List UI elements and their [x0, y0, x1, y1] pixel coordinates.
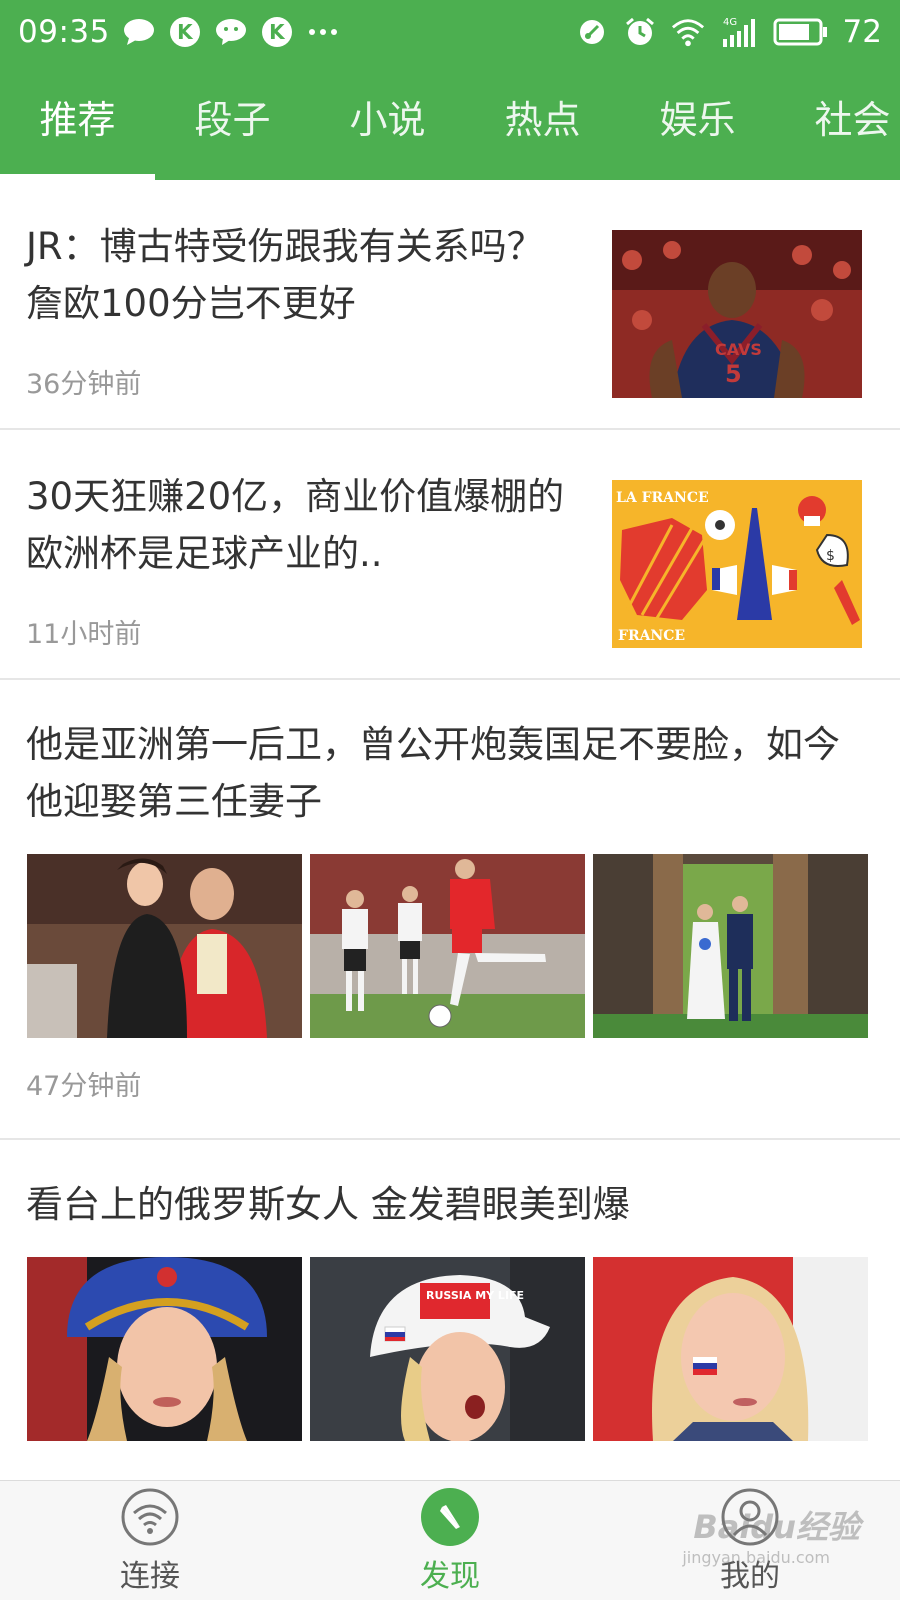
news-title[interactable]: JR：博古特受伤跟我有关系吗？詹欧100分岂不更好 — [26, 218, 566, 332]
wifi-icon — [671, 15, 705, 49]
fan-headdress-photo[interactable] — [27, 1257, 302, 1441]
alarm-icon — [623, 15, 657, 49]
news-card[interactable]: 他是亚洲第一后卫，曾公开炮轰国足不要脸，如今他迎娶第三任妻子 47分钟前 — [0, 680, 900, 1140]
watermark: Baidu经验 — [693, 1508, 860, 1546]
tab-recommend[interactable]: 推荐 — [0, 64, 155, 180]
tab-society[interactable]: 社会 — [775, 64, 900, 180]
signal-icon: 4G — [719, 15, 759, 49]
fan-flag-photo[interactable] — [593, 1257, 868, 1441]
news-card[interactable]: 30天狂赚20亿，商业价值爆棚的欧洲杯是足球产业的.. 11小时前 LA FRA… — [0, 430, 900, 680]
category-tabs: 推荐 段子 小说 热点 娱乐 社会 — [0, 64, 900, 180]
nav-connect[interactable]: 连接 — [0, 1481, 300, 1600]
basketball-player-image[interactable]: CAVS 5 — [612, 230, 862, 398]
message-icon — [122, 15, 156, 49]
svg-text:$: $ — [826, 548, 835, 564]
app-screen: 09:35 K K 4G 72 推荐 段子 小说 热点 娱乐 社会 JR：博古特… — [0, 0, 900, 1600]
tab-jokes[interactable]: 段子 — [155, 64, 310, 180]
news-card[interactable]: 看台上的俄罗斯女人 金发碧眼美到爆 RUSSIA MY LIFE — [0, 1140, 900, 1480]
news-title[interactable]: 30天狂赚20亿，商业价值爆棚的欧洲杯是足球产业的.. — [26, 468, 566, 582]
status-bar: 09:35 K K 4G 72 — [0, 0, 900, 64]
image-caption-top: LA FRANCE — [616, 490, 709, 506]
news-card[interactable]: JR：博古特受伤跟我有关系吗？詹欧100分岂不更好 36分钟前 CAVS 5 — [0, 180, 900, 430]
nav-connect-label: 连接 — [120, 1559, 180, 1594]
news-time: 36分钟前 — [26, 369, 142, 400]
battery-icon — [773, 15, 829, 49]
fan-cap-photo[interactable]: RUSSIA MY LIFE — [310, 1257, 585, 1441]
svg-text:CAVS: CAVS — [715, 340, 762, 359]
news-title[interactable]: 看台上的俄罗斯女人 金发碧眼美到爆 — [0, 1140, 900, 1233]
france-illustration-image[interactable]: LA FRANCE FRANCE $ — [612, 480, 862, 648]
news-time: 47分钟前 — [26, 1071, 142, 1102]
tab-entertainment[interactable]: 娱乐 — [620, 64, 775, 180]
tab-novel[interactable]: 小说 — [310, 64, 465, 180]
couple-photo[interactable] — [27, 854, 302, 1038]
compass-icon — [420, 1487, 480, 1547]
battery-level: 72 — [842, 14, 882, 50]
image-caption-bottom: FRANCE — [618, 628, 685, 644]
svg-text:5: 5 — [725, 360, 742, 388]
svg-text:4G: 4G — [723, 17, 737, 28]
wedding-photo[interactable] — [593, 854, 868, 1038]
k-app-icon: K — [168, 15, 202, 49]
image-row — [0, 854, 900, 1038]
news-feed: JR：博古特受伤跟我有关系吗？詹欧100分岂不更好 36分钟前 CAVS 5 3… — [0, 180, 900, 1480]
nav-discover-label: 发现 — [420, 1559, 480, 1594]
watermark-url: jingyan.baidu.com — [682, 1548, 830, 1567]
image-row: RUSSIA MY LIFE — [0, 1257, 900, 1441]
cap-text: RUSSIA MY LIFE — [426, 1289, 524, 1302]
news-title[interactable]: 他是亚洲第一后卫，曾公开炮轰国足不要脸，如今他迎娶第三任妻子 — [0, 680, 900, 830]
news-time: 11小时前 — [26, 619, 142, 650]
wifi-circle-icon — [120, 1487, 180, 1547]
chat-icon — [214, 15, 248, 49]
more-dots-icon — [306, 15, 340, 49]
status-time: 09:35 — [18, 14, 110, 50]
football-match-photo[interactable] — [310, 854, 585, 1038]
k-app-icon-2: K — [260, 15, 294, 49]
nav-discover[interactable]: 发现 — [300, 1481, 600, 1600]
hotspot-icon — [575, 15, 609, 49]
tab-hot[interactable]: 热点 — [465, 64, 620, 180]
